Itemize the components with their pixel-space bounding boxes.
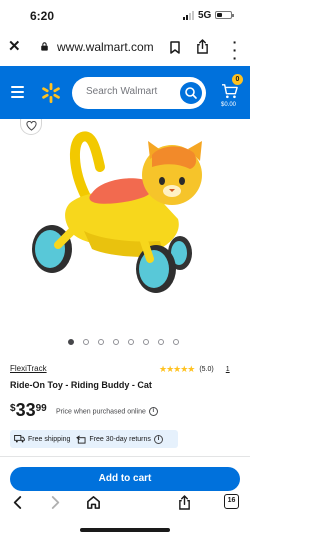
- battery-icon: [215, 11, 234, 19]
- carousel-dot[interactable]: [68, 339, 74, 345]
- home-icon[interactable]: [86, 495, 101, 515]
- tabs-icon[interactable]: 16: [224, 494, 239, 509]
- price-note: Price when purchased online i: [56, 407, 158, 416]
- home-indicator: [80, 528, 170, 532]
- truck-icon: [14, 435, 25, 443]
- search-bar[interactable]: [72, 77, 206, 109]
- status-bar: 6:20 5G: [0, 0, 250, 30]
- url-text[interactable]: www.walmart.com: [57, 40, 154, 54]
- carousel-dot[interactable]: [143, 339, 149, 345]
- cart-button[interactable]: 0 $0.00: [220, 74, 246, 114]
- spark-logo-icon[interactable]: [40, 82, 62, 104]
- price-currency: $: [10, 403, 16, 414]
- image-carousel-dots[interactable]: [68, 339, 179, 345]
- signal-icon: [183, 11, 194, 20]
- free-returns-tag: Free 30-day returns: [76, 435, 151, 444]
- rating-score: (5.0): [199, 366, 214, 373]
- divider: [0, 456, 250, 457]
- carousel-dot[interactable]: [83, 339, 89, 345]
- review-count-link[interactable]: 1: [226, 366, 230, 373]
- product-rating[interactable]: ★★★★★ (5.0) 1: [159, 364, 230, 375]
- site-header: 0 $0.00: [0, 66, 250, 119]
- lock-icon: [41, 42, 48, 51]
- carousel-dot[interactable]: [158, 339, 164, 345]
- price-note-text: Price when purchased online: [56, 408, 146, 416]
- carousel-dot[interactable]: [98, 339, 104, 345]
- more-icon[interactable]: · · ·: [229, 35, 241, 65]
- fulfillment-badges: Free shipping Free 30-day returns i: [10, 430, 178, 448]
- status-time: 6:20: [30, 9, 55, 23]
- free-shipping-label: Free shipping: [28, 435, 71, 443]
- free-returns-label: Free 30-day returns: [89, 435, 151, 443]
- carousel-dot[interactable]: [173, 339, 179, 345]
- return-icon: [76, 435, 86, 444]
- close-icon[interactable]: ✕: [8, 39, 22, 54]
- cart-count-badge: 0: [232, 74, 243, 85]
- info-icon[interactable]: i: [148, 407, 158, 416]
- product-price: $3399: [10, 400, 47, 421]
- share-icon[interactable]: [196, 39, 209, 54]
- search-icon: [185, 87, 197, 99]
- info-icon[interactable]: i: [153, 434, 163, 444]
- add-to-cart-button[interactable]: Add to cart: [10, 467, 240, 491]
- star-icon: ★★★★★: [159, 364, 195, 374]
- price-dollars: 33: [15, 400, 36, 420]
- cart-amount: $0.00: [221, 102, 237, 108]
- forward-icon[interactable]: [50, 495, 61, 515]
- cart-icon: [222, 84, 238, 99]
- free-shipping-tag: Free shipping: [14, 435, 70, 443]
- back-icon[interactable]: [12, 495, 23, 515]
- network-label: 5G: [198, 10, 212, 21]
- search-button[interactable]: [180, 82, 202, 104]
- bookmark-icon[interactable]: [170, 41, 180, 54]
- product-image-gallery[interactable]: [0, 119, 250, 334]
- menu-icon[interactable]: [11, 86, 24, 101]
- browser-toolbar: 16: [0, 493, 250, 518]
- carousel-dot[interactable]: [128, 339, 134, 345]
- product-image: [32, 131, 202, 293]
- carousel-dot[interactable]: [113, 339, 119, 345]
- share-icon[interactable]: [178, 495, 191, 515]
- search-input[interactable]: [86, 86, 178, 97]
- browser-url-bar: ✕ www.walmart.com · · ·: [0, 30, 250, 66]
- brand-link[interactable]: FlexiTrack: [10, 364, 47, 373]
- product-title: Ride-On Toy - Riding Buddy - Cat: [10, 380, 152, 390]
- price-cents: 99: [35, 403, 47, 414]
